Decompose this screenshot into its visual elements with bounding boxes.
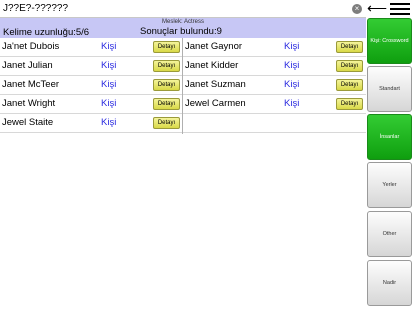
result-item[interactable]: Janet Wright Kişi Detayı <box>0 95 182 114</box>
result-type-link[interactable]: Kişi <box>101 117 116 128</box>
detail-button[interactable]: Detayı <box>336 41 363 53</box>
detail-button[interactable]: Detayı <box>336 60 363 72</box>
detail-button[interactable]: Detayı <box>153 79 180 91</box>
result-name: Janet Julian <box>2 60 53 71</box>
word-length-label: Kelime uzunluğu:5/6 <box>3 27 90 38</box>
result-type-link[interactable]: Kişi <box>284 79 299 90</box>
category-button-standart[interactable]: Standart <box>367 66 412 112</box>
clear-search-icon[interactable]: × <box>352 4 362 14</box>
result-name: Janet Kidder <box>185 60 239 71</box>
result-name: Janet Gaynor <box>185 41 243 52</box>
result-name: Jewel Carmen <box>185 98 246 109</box>
category-label: Nadir <box>382 280 397 286</box>
category-label: Other <box>382 231 397 237</box>
toolbar: ⟵ <box>366 0 413 18</box>
category-button-nadir[interactable]: Nadir <box>367 260 412 306</box>
category-label: Kişi: Crossword <box>370 38 409 44</box>
result-name: Ja'net Dubois <box>2 41 60 52</box>
category-button-other[interactable]: Other <box>367 211 412 257</box>
detail-button[interactable]: Detayı <box>153 98 180 110</box>
result-type-link[interactable]: Kişi <box>101 41 116 52</box>
empty-result-slot <box>183 114 366 133</box>
result-item[interactable]: Janet Gaynor Kişi Detayı <box>183 38 366 57</box>
results-count-label: Sonuçlar bulundu:9 <box>140 26 222 37</box>
category-sidebar: Kişi: Crossword Standart İnsanlar Yerler… <box>366 18 413 310</box>
result-name: Janet McTeer <box>2 79 60 90</box>
search-bar: × <box>0 0 366 18</box>
back-arrow-icon[interactable]: ⟵ <box>366 1 388 15</box>
detail-button[interactable]: Detayı <box>336 79 363 91</box>
category-label: Yerler <box>382 182 397 188</box>
result-type-link[interactable]: Kişi <box>284 98 299 109</box>
result-item[interactable]: Ja'net Dubois Kişi Detayı <box>0 38 182 57</box>
result-type-link[interactable]: Kişi <box>101 60 116 71</box>
detail-button[interactable]: Detayı <box>153 60 180 72</box>
result-item[interactable]: Jewel Carmen Kişi Detayı <box>183 95 366 114</box>
search-input[interactable] <box>1 0 343 17</box>
result-item[interactable]: Jewel Staite Kişi Detayı <box>0 114 182 133</box>
results-list: Ja'net Dubois Kişi Detayı Janet Julian K… <box>0 38 366 134</box>
category-label: Meslek: Actress <box>161 19 204 25</box>
results-info-panel: Meslek: Actress Kelime uzunluğu:5/6 Sonu… <box>0 18 366 38</box>
result-name: Janet Wright <box>2 98 56 109</box>
result-type-link[interactable]: Kişi <box>284 60 299 71</box>
result-item[interactable]: Janet Suzman Kişi Detayı <box>183 76 366 95</box>
result-item[interactable]: Janet Julian Kişi Detayı <box>0 57 182 76</box>
result-item[interactable]: Janet Kidder Kişi Detayı <box>183 57 366 76</box>
result-name: Janet Suzman <box>185 79 246 90</box>
category-button-crossword[interactable]: Kişi: Crossword <box>367 18 412 64</box>
result-name: Jewel Staite <box>2 117 54 128</box>
hamburger-menu-icon[interactable] <box>390 2 410 16</box>
result-type-link[interactable]: Kişi <box>284 41 299 52</box>
category-label: İnsanlar <box>379 134 400 140</box>
detail-button[interactable]: Detayı <box>336 98 363 110</box>
result-type-link[interactable]: Kişi <box>101 79 116 90</box>
category-button-insanlar[interactable]: İnsanlar <box>367 114 412 160</box>
category-label: Standart <box>379 86 400 92</box>
column-divider <box>182 38 183 134</box>
detail-button[interactable]: Detayı <box>153 41 180 53</box>
detail-button[interactable]: Detayı <box>153 117 180 129</box>
result-item[interactable]: Janet McTeer Kişi Detayı <box>0 76 182 95</box>
result-type-link[interactable]: Kişi <box>101 98 116 109</box>
category-button-yerler[interactable]: Yerler <box>367 162 412 208</box>
